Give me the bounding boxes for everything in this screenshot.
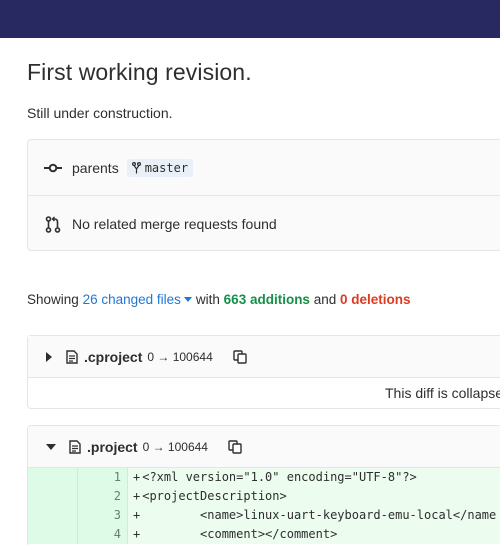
summary-and: and: [313, 292, 337, 307]
summary-with: with: [195, 292, 220, 307]
file-text-icon: [69, 439, 81, 454]
commit-description: Still under construction.: [27, 105, 173, 121]
summary-prefix: Showing: [27, 292, 79, 307]
diff-line: 4 + <comment></comment>: [28, 525, 500, 544]
parents-label: parents: [72, 159, 119, 176]
merge-requests-text: No related merge requests found: [72, 216, 277, 232]
old-line-number[interactable]: [28, 468, 78, 487]
merge-requests-row: No related merge requests found: [28, 196, 500, 252]
top-navbar: [0, 0, 500, 38]
chevron-down-icon: [183, 296, 192, 302]
parents-row: parents master: [28, 140, 500, 196]
file-mode: 0 → 100644: [147, 349, 213, 364]
diff-line: 3 + <name>linux-uart-keyboard-emu-local<…: [28, 506, 500, 525]
commit-info-box: parents master No related merge requests…: [27, 139, 500, 251]
deletions-count: 0 deletions: [340, 292, 411, 307]
new-line-number[interactable]: 4: [78, 525, 128, 544]
diff-file-project: .project 0 → 100644 1 + <?xml version="1.…: [27, 425, 500, 545]
line-code: + <?xml version="1.0" encoding="UTF-8"?>: [133, 470, 417, 484]
branch-name: master: [144, 160, 189, 175]
file-header[interactable]: .project 0 → 100644: [28, 426, 500, 468]
merge-request-icon: [44, 215, 62, 233]
diff-summary: Showing 26 changed files with 663 additio…: [27, 292, 411, 307]
changed-files-dropdown[interactable]: 26 changed files: [83, 292, 196, 307]
old-line-number[interactable]: [28, 506, 78, 525]
copy-icon[interactable]: [228, 439, 242, 454]
commit-icon: [44, 159, 62, 177]
new-line-number[interactable]: 3: [78, 506, 128, 525]
new-line-number[interactable]: 2: [78, 487, 128, 506]
line-code: + <projectDescription>: [133, 489, 287, 503]
old-line-number[interactable]: [28, 487, 78, 506]
expand-icon[interactable]: [46, 351, 52, 362]
commit-title: First working revision.: [27, 59, 252, 85]
new-line-number[interactable]: 1: [78, 468, 128, 487]
copy-icon[interactable]: [233, 349, 247, 364]
line-code: + <name>linux-uart-keyboard-emu-local</n…: [133, 508, 497, 522]
file-text-icon: [66, 349, 78, 364]
line-code: + <comment></comment>: [133, 527, 338, 541]
diff-line: 2 + <projectDescription>: [28, 487, 500, 506]
file-name[interactable]: .cproject: [84, 349, 142, 365]
changed-files-label: 26 changed files: [82, 292, 181, 307]
diff-file-cproject: .cproject 0 → 100644 This diff is collap…: [27, 335, 500, 409]
file-name[interactable]: .project: [87, 439, 138, 455]
additions-count: 663 additions: [223, 292, 310, 307]
diff-collapsed-message: This diff is collapse: [385, 385, 500, 401]
diff-content: 1 + <?xml version="1.0" encoding="UTF-8"?…: [28, 468, 500, 544]
branch-tag[interactable]: master: [126, 158, 194, 177]
collapse-icon[interactable]: [46, 443, 56, 450]
old-line-number[interactable]: [28, 525, 78, 544]
file-mode: 0 → 100644: [142, 439, 208, 454]
branch-icon: [131, 161, 141, 174]
file-header[interactable]: .cproject 0 → 100644: [28, 336, 500, 378]
diff-line: 1 + <?xml version="1.0" encoding="UTF-8"?…: [28, 468, 500, 487]
